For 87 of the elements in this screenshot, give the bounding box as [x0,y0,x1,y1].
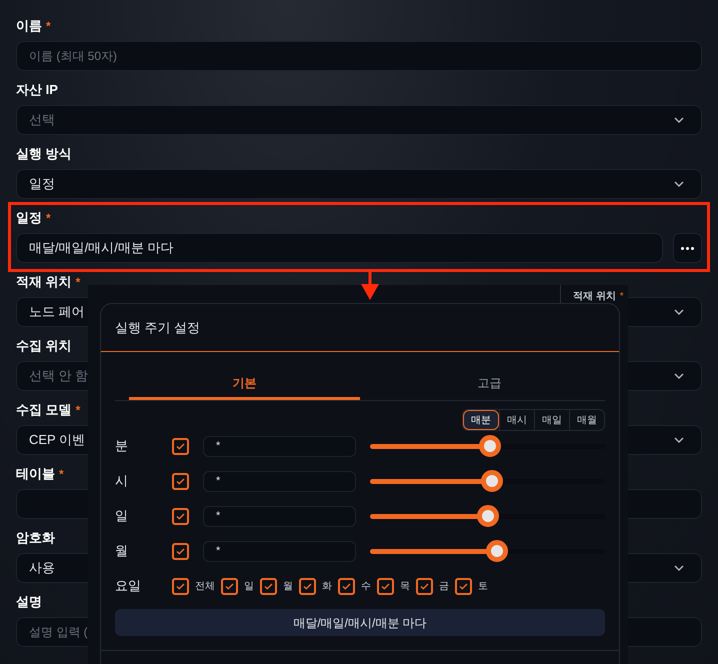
checkbox[interactable] [172,438,189,454]
required-mark: * [620,290,624,304]
check-icon [303,582,312,590]
field-label: 일정 [16,209,42,228]
preset-button[interactable]: 매시 [499,410,534,430]
required-mark: * [76,402,80,419]
preset-button[interactable]: 매일 [534,410,569,430]
arrow-drawing [361,270,379,300]
tab[interactable]: 고급 [374,368,605,400]
required-mark: * [46,18,51,35]
field-label: 적재 위치 [16,273,72,292]
check-icon [225,582,234,590]
field-label: 실행 방식 [16,145,72,164]
required-mark: * [59,466,64,483]
required-mark: * [76,274,80,291]
input-field[interactable]: * [203,540,356,562]
row-label: 시 [115,472,129,490]
slider[interactable] [370,505,605,527]
check-icon [459,582,468,590]
checkbox[interactable] [172,508,189,524]
input-field[interactable]: * [203,506,356,526]
check-icon [176,442,185,450]
schedule-field[interactable]: 매달/매일/매시/매분 마다 [16,233,663,263]
weekday-label: 금 [439,580,449,594]
checkbox[interactable] [221,578,238,594]
tab[interactable]: 기본 [129,368,360,400]
checkbox[interactable] [455,578,472,594]
more-button[interactable] [673,233,702,263]
check-icon [176,548,185,554]
check-icon [176,582,185,590]
chevron-down-icon [673,308,685,316]
slider-thumb[interactable] [476,505,498,527]
slider[interactable] [370,470,605,492]
checkbox[interactable] [172,578,189,594]
select-field[interactable]: 선택 [16,105,702,135]
slider-thumb[interactable] [478,435,501,457]
check-icon [264,582,273,590]
slider[interactable] [370,540,605,562]
weekday-label: 목 [400,580,410,594]
weekday-label: 토 [478,580,488,594]
field-label: 테이블 [16,465,55,484]
check-icon [420,582,429,590]
input-field[interactable]: * [203,470,356,492]
row-label: 요일 [115,577,142,596]
check-icon [342,582,351,590]
slider-thumb[interactable] [486,540,508,562]
field-label: 자산 IP [16,81,58,100]
dialog-title: 실행 주기 설정 [115,318,200,337]
weekday-label: 전체 [195,580,215,594]
row-label: 분 [115,437,129,456]
chevron-down-icon [673,564,685,572]
preset-button[interactable]: 매분 [463,410,499,430]
checkbox[interactable] [172,542,189,560]
input-field[interactable]: 이름 (최대 50자) [16,41,702,71]
field-label: 암호화 [16,529,55,548]
input-field[interactable]: * [203,436,356,456]
more-icon [681,246,694,250]
chevron-down-icon [673,116,685,124]
field-label: 적재 위치 [573,290,616,304]
slider[interactable] [370,435,605,457]
check-icon [176,512,185,520]
checkbox[interactable] [416,578,433,594]
checkbox[interactable] [377,578,394,594]
summary-button[interactable]: 매달/매일/매시/매분 마다 [115,609,605,636]
preset-button[interactable]: 매월 [569,410,604,430]
checkbox[interactable] [260,578,277,594]
field-label: 수집 모델 [16,401,72,420]
chevron-down-icon [673,180,685,188]
weekday-label: 수 [361,580,371,594]
checkbox[interactable] [338,578,355,594]
field-label: 설명 [16,593,42,612]
slider-thumb[interactable] [481,470,504,492]
field-label: 이름 [16,17,42,36]
checkbox[interactable] [172,472,189,490]
check-icon [381,582,390,590]
row-label: 월 [115,542,129,560]
select-field[interactable]: 일정 [16,169,702,199]
weekday-label: 화 [322,580,332,594]
weekday-label: 일 [244,580,254,594]
required-mark: * [46,210,51,227]
chevron-down-icon [673,436,685,444]
row-label: 일 [115,507,129,526]
field-label: 수집 위치 [16,337,72,356]
check-icon [176,478,185,484]
weekday-label: 월 [283,580,293,594]
chevron-down-icon [673,372,685,380]
checkbox[interactable] [299,578,316,594]
